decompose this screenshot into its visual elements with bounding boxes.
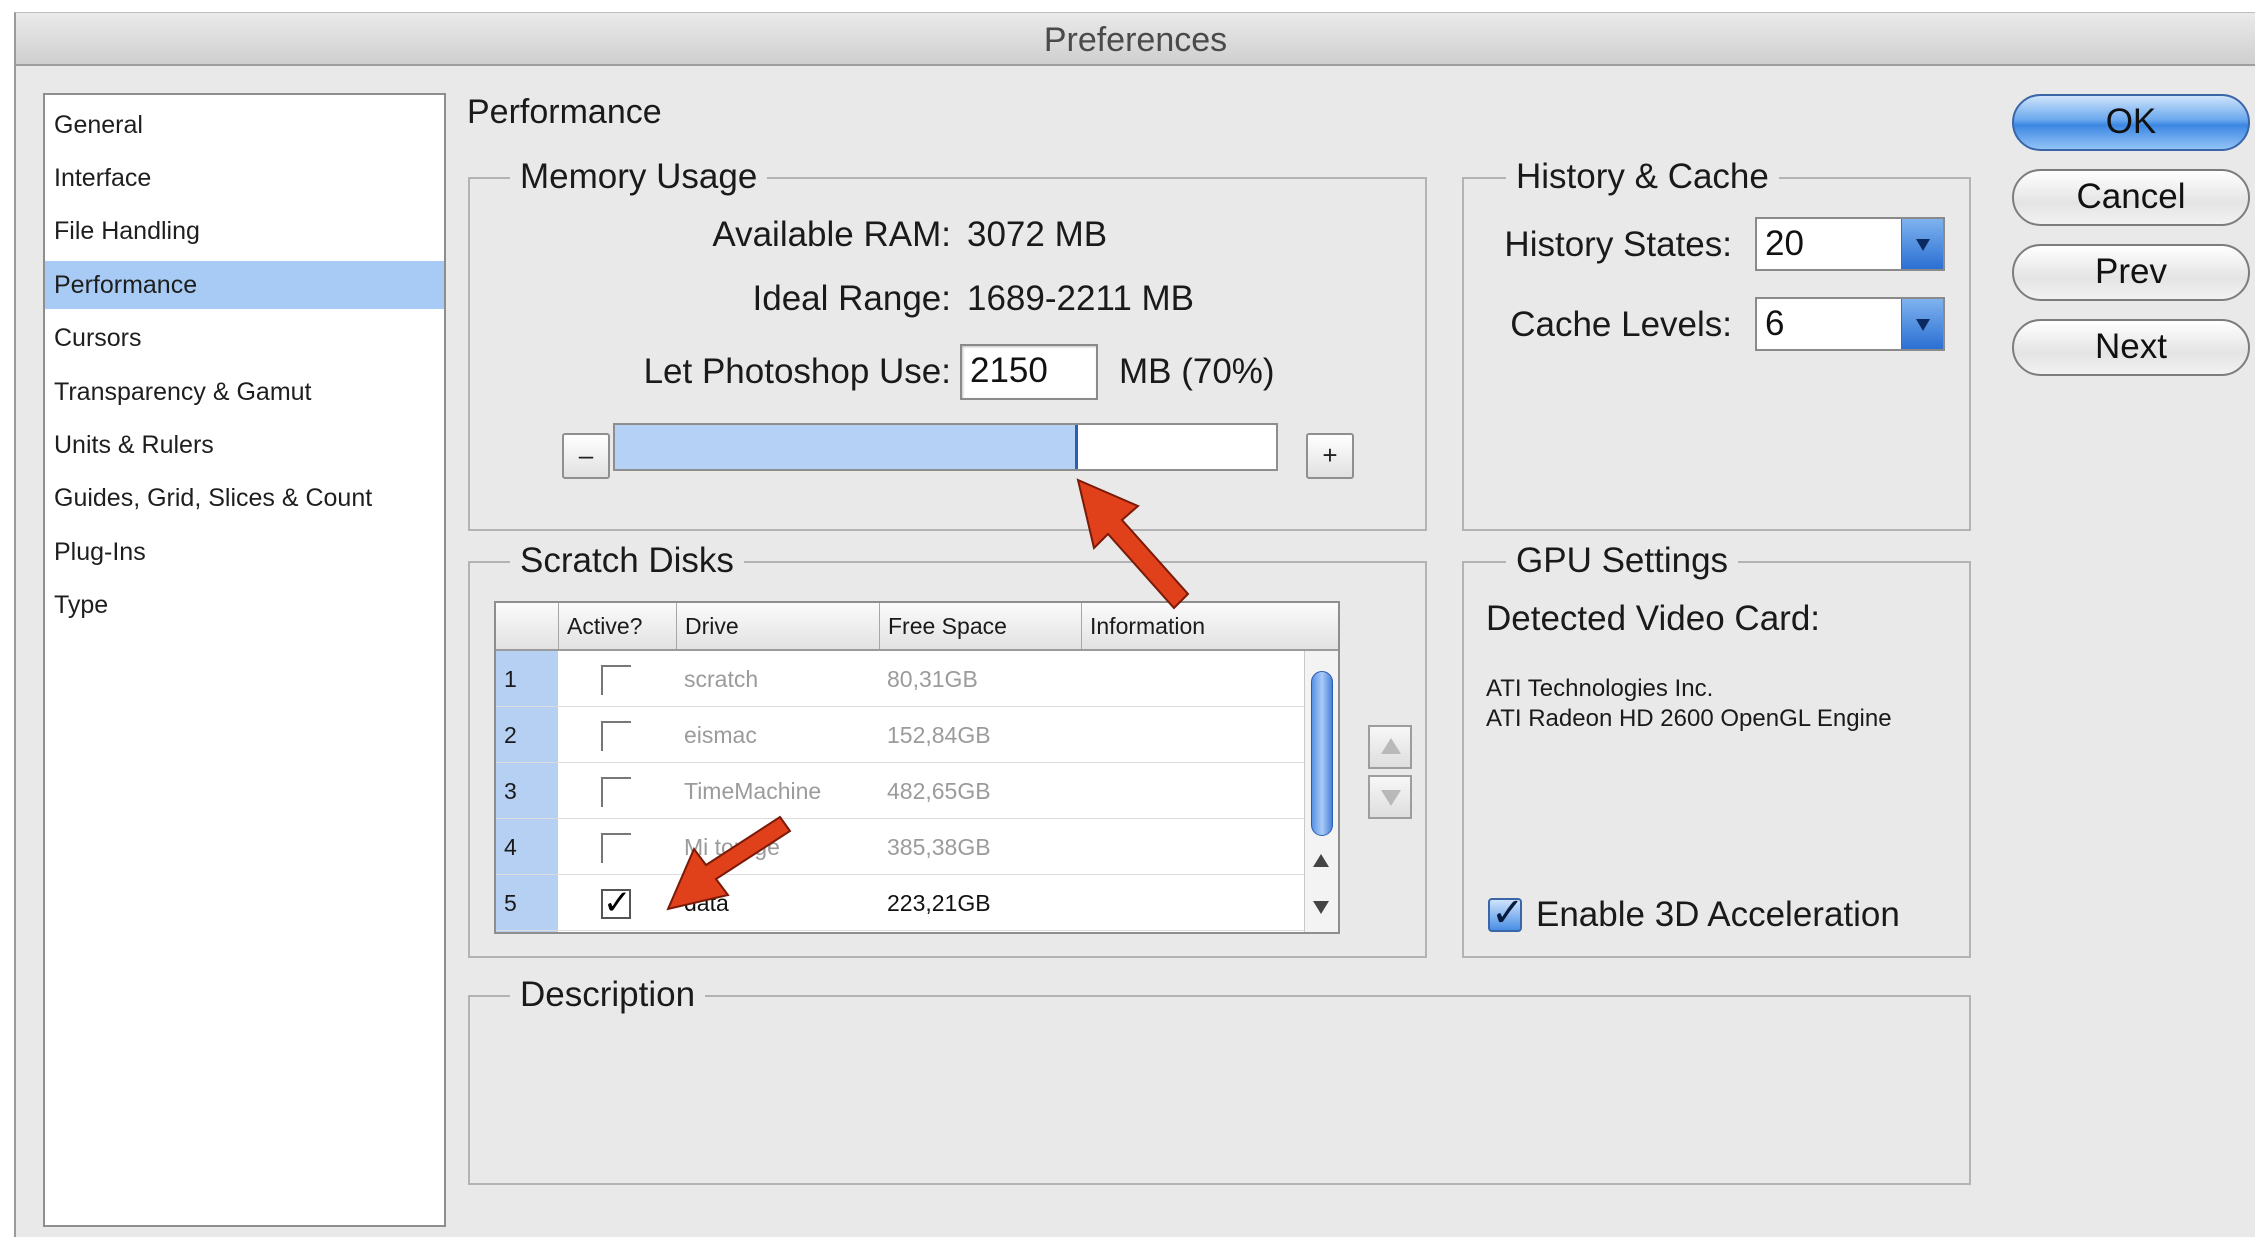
ideal-range-label: Ideal Range: [752,279,951,318]
enable-3d-acceleration-checkbox[interactable] [1488,890,1525,936]
available-ram-value: 3072 MB [967,215,1108,254]
annotation-arrow-icon [1076,478,1190,610]
active-checkbox[interactable] [601,665,631,695]
cache-levels-select[interactable]: 6 [1755,297,1945,351]
chevron-down-icon[interactable] [1901,299,1943,349]
row-number: 1 [504,666,517,692]
category-list: General Interface File Handling Performa… [43,93,446,1227]
active-checkbox[interactable] [601,721,631,751]
preferences-window: Preferences General Interface File Handl… [14,12,2255,1237]
active-checkbox[interactable] [601,833,631,863]
prev-button[interactable]: Prev [2012,244,2250,301]
table-scrollbar[interactable] [1304,651,1338,932]
photoshop-use-input[interactable]: 2150 [960,344,1098,400]
ok-button[interactable]: OK [2012,94,2250,151]
row-number: 4 [504,834,517,860]
table-row[interactable]: 2 eismac 152,84GB [496,707,1304,763]
scratch-disks-legend: Scratch Disks [510,541,744,581]
table-row[interactable]: 3 TimeMachine 482,65GB [496,763,1304,819]
memory-decrease-button[interactable]: – [562,433,610,479]
free-space: 482,65GB [887,778,991,804]
detected-video-card-label: Detected Video Card: [1486,599,1821,638]
photoshop-use-unit: MB (70%) [1119,352,1275,391]
chevron-down-icon[interactable] [1901,219,1943,269]
history-states-select[interactable]: 20 [1755,217,1945,271]
sidebar-item-guides-grid[interactable]: Guides, Grid, Slices & Count [45,474,444,522]
ideal-range-value: 1689-2211 MB [967,279,1195,318]
description-legend: Description [510,975,706,1015]
active-checkbox[interactable] [601,777,631,807]
sidebar-item-cursors[interactable]: Cursors [45,314,444,362]
move-disk-up-button[interactable] [1368,725,1412,769]
column-header-drive[interactable]: Drive [676,603,880,649]
row-number: 3 [504,778,517,804]
memory-increase-button[interactable]: + [1306,433,1354,479]
free-space: 223,21GB [887,890,991,916]
column-header-free-space[interactable]: Free Space [879,603,1082,649]
sidebar-item-general[interactable]: General [45,101,444,149]
next-button[interactable]: Next [2012,319,2250,376]
sidebar-item-transparency-gamut[interactable]: Transparency & Gamut [45,368,444,416]
page-title: Performance [467,93,662,131]
drive-name: eismac [684,722,757,748]
row-number: 5 [504,890,517,916]
sidebar-item-type[interactable]: Type [45,581,444,629]
video-card-engine: ATI Radeon HD 2600 OpenGL Engine [1486,705,1892,732]
scroll-up-arrow-icon[interactable] [1313,854,1329,867]
column-header-active[interactable]: Active? [558,603,676,649]
cancel-button[interactable]: Cancel [2012,169,2250,226]
available-ram-label: Available RAM: [712,215,951,254]
window-title: Preferences [1043,21,1228,59]
video-card-vendor: ATI Technologies Inc. [1486,675,1714,702]
table-row[interactable]: 5 data 223,21GB [496,875,1304,931]
sidebar-item-interface[interactable]: Interface [45,154,444,202]
history-states-label: History States: [1504,225,1732,264]
sidebar-item-plug-ins[interactable]: Plug-Ins [45,528,444,576]
history-cache-legend: History & Cache [1506,157,1779,197]
sidebar-item-performance[interactable]: Performance [45,261,444,309]
table-row[interactable]: 4 Mi torage 385,38GB [496,819,1304,875]
move-disk-down-button[interactable] [1368,775,1412,819]
memory-usage-legend: Memory Usage [510,157,768,197]
row-number: 2 [504,722,517,748]
active-checkbox[interactable] [601,883,632,923]
scroll-down-arrow-icon[interactable] [1313,901,1329,914]
memory-slider-fill [615,425,1078,469]
cache-levels-value: 6 [1765,304,1785,343]
table-header: Active? Drive Free Space Information [496,603,1338,651]
scratch-disks-table: Active? Drive Free Space Information 1 s… [494,601,1340,934]
enable-3d-acceleration-label[interactable]: Enable 3D Acceleration [1536,895,1900,935]
scrollbar-thumb[interactable] [1311,671,1333,836]
title-bar[interactable]: Preferences [16,13,2255,66]
history-states-value: 20 [1765,224,1804,263]
annotation-arrow-icon [666,815,792,911]
sidebar-item-units-rulers[interactable]: Units & Rulers [45,421,444,469]
memory-slider[interactable] [613,423,1278,471]
photoshop-use-label: Let Photoshop Use: [643,352,951,391]
description-group [468,995,1971,1185]
free-space: 152,84GB [887,722,991,748]
free-space: 385,38GB [887,834,991,860]
sidebar-item-file-handling[interactable]: File Handling [45,207,444,255]
free-space: 80,31GB [887,666,978,692]
cache-levels-label: Cache Levels: [1510,305,1732,344]
drive-name: scratch [684,666,759,692]
gpu-settings-legend: GPU Settings [1506,541,1739,581]
table-row[interactable]: 1 scratch 80,31GB [496,651,1304,707]
